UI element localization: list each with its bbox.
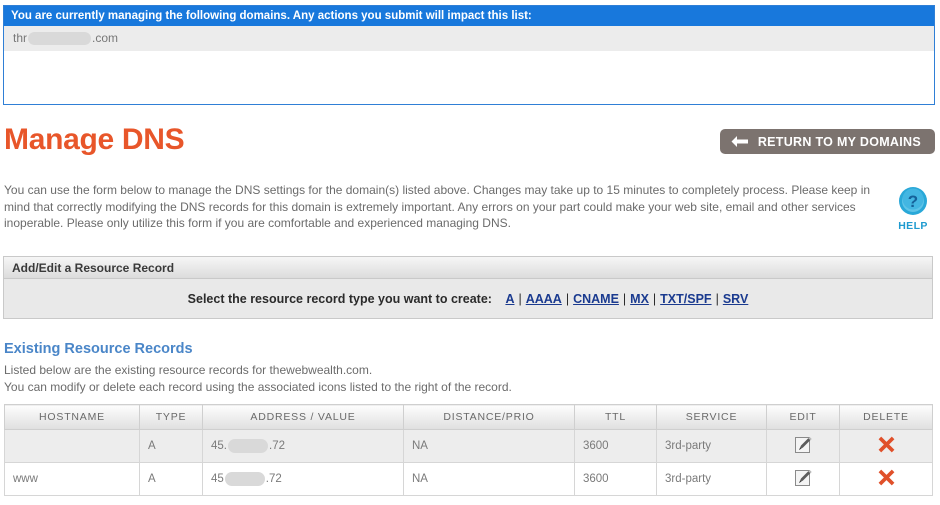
record-type-link-aaaa[interactable]: AAAA	[526, 292, 562, 306]
page-header: Manage DNS RETURN TO MY DOMAINS	[0, 122, 940, 164]
cell-ttl: 3600	[574, 462, 657, 496]
record-type-separator: |	[622, 291, 627, 306]
cell-edit[interactable]	[766, 429, 840, 463]
resource-records-table: HOSTNAME TYPE ADDRESS / VALUE DISTANCE/P…	[4, 404, 933, 496]
column-header-edit: EDIT	[766, 404, 840, 430]
record-type-link-mx[interactable]: MX	[630, 292, 649, 306]
existing-records-title: Existing Resource Records	[4, 341, 193, 357]
address-prefix: 45	[211, 473, 224, 486]
managed-domains-panel: You are currently managing the following…	[3, 5, 935, 105]
intro-paragraph: You can use the form below to manage the…	[4, 183, 871, 230]
table-header-row: HOSTNAME TYPE ADDRESS / VALUE DISTANCE/P…	[4, 404, 933, 430]
cell-address-value: 45.72	[202, 462, 404, 496]
redaction-block	[28, 32, 92, 46]
record-type-link-txtspf[interactable]: TXT/SPF	[660, 292, 711, 306]
address-prefix: 45.	[211, 440, 227, 453]
edit-pencil-icon[interactable]	[794, 468, 813, 490]
cell-type: A	[139, 429, 203, 463]
record-type-separator: |	[652, 291, 657, 306]
managed-domains-banner: You are currently managing the following…	[4, 6, 934, 26]
column-header-type: TYPE	[139, 404, 203, 430]
record-type-link-srv[interactable]: SRV	[723, 292, 748, 306]
table-row: A 45. .72 NA 3600 3rd-party	[4, 429, 933, 463]
existing-records-desc-line2: You can modify or delete each record usi…	[4, 379, 512, 394]
redaction-block	[228, 439, 268, 453]
column-header-distance-prio: DISTANCE/PRIO	[403, 404, 575, 430]
address-suffix: .72	[269, 440, 285, 453]
existing-records-desc-line1: Listed below are the existing resource r…	[4, 363, 373, 377]
arrow-left-icon	[730, 135, 749, 148]
address-suffix: .72	[265, 473, 282, 486]
record-type-separator: |	[565, 291, 570, 306]
column-header-hostname: HOSTNAME	[4, 404, 140, 430]
add-edit-section-title: Add/Edit a Resource Record	[4, 257, 932, 279]
existing-records-description: Listed below are the existing resource r…	[4, 362, 512, 395]
domain-prefix: thr	[13, 31, 28, 45]
help-link[interactable]: ? HELP	[893, 186, 933, 232]
domain-suffix: .com	[92, 31, 119, 45]
cell-service: 3rd-party	[656, 462, 767, 496]
question-mark-icon: ?	[893, 186, 933, 219]
record-type-spacer	[498, 292, 501, 306]
cell-hostname	[4, 429, 140, 463]
cell-address-value: 45. .72	[202, 429, 404, 463]
column-header-ttl: TTL	[574, 404, 657, 430]
help-label: HELP	[898, 220, 928, 232]
cell-edit[interactable]	[766, 462, 840, 496]
record-type-select-label: Select the resource record type you want…	[187, 291, 492, 306]
cell-distance-prio: NA	[403, 429, 575, 463]
cell-delete[interactable]	[839, 462, 933, 496]
record-type-link-a[interactable]: A	[505, 292, 514, 306]
column-header-service: SERVICE	[656, 404, 767, 430]
domain-list-empty-area	[4, 51, 934, 103]
cell-hostname: www	[4, 462, 140, 496]
cell-type: A	[139, 462, 203, 496]
managed-domain-item: thr .com	[4, 26, 934, 51]
column-header-address-value: ADDRESS / VALUE	[202, 404, 404, 430]
redaction-block	[224, 472, 265, 486]
record-type-selector: Select the resource record type you want…	[4, 279, 932, 318]
record-type-separator: |	[518, 291, 522, 306]
return-button-label: RETURN TO MY DOMAINS	[757, 134, 921, 149]
cell-ttl: 3600	[574, 429, 657, 463]
delete-x-icon[interactable]	[877, 435, 896, 457]
cell-distance-prio: NA	[403, 462, 575, 496]
cell-delete[interactable]	[839, 429, 933, 463]
record-type-link-cname[interactable]: CNAME	[573, 292, 619, 306]
edit-pencil-icon[interactable]	[794, 435, 813, 457]
delete-x-icon[interactable]	[877, 468, 896, 490]
return-to-my-domains-button[interactable]: RETURN TO MY DOMAINS	[719, 129, 935, 154]
add-edit-resource-record-panel: Add/Edit a Resource Record Select the re…	[3, 256, 933, 319]
column-header-delete: DELETE	[839, 404, 933, 430]
record-type-separator: |	[715, 291, 719, 306]
table-row: www A 45.72 NA 3600 3rd-party	[4, 462, 933, 496]
page-title: Manage DNS	[4, 123, 185, 156]
svg-text:?: ?	[908, 192, 918, 211]
cell-service: 3rd-party	[656, 429, 767, 463]
